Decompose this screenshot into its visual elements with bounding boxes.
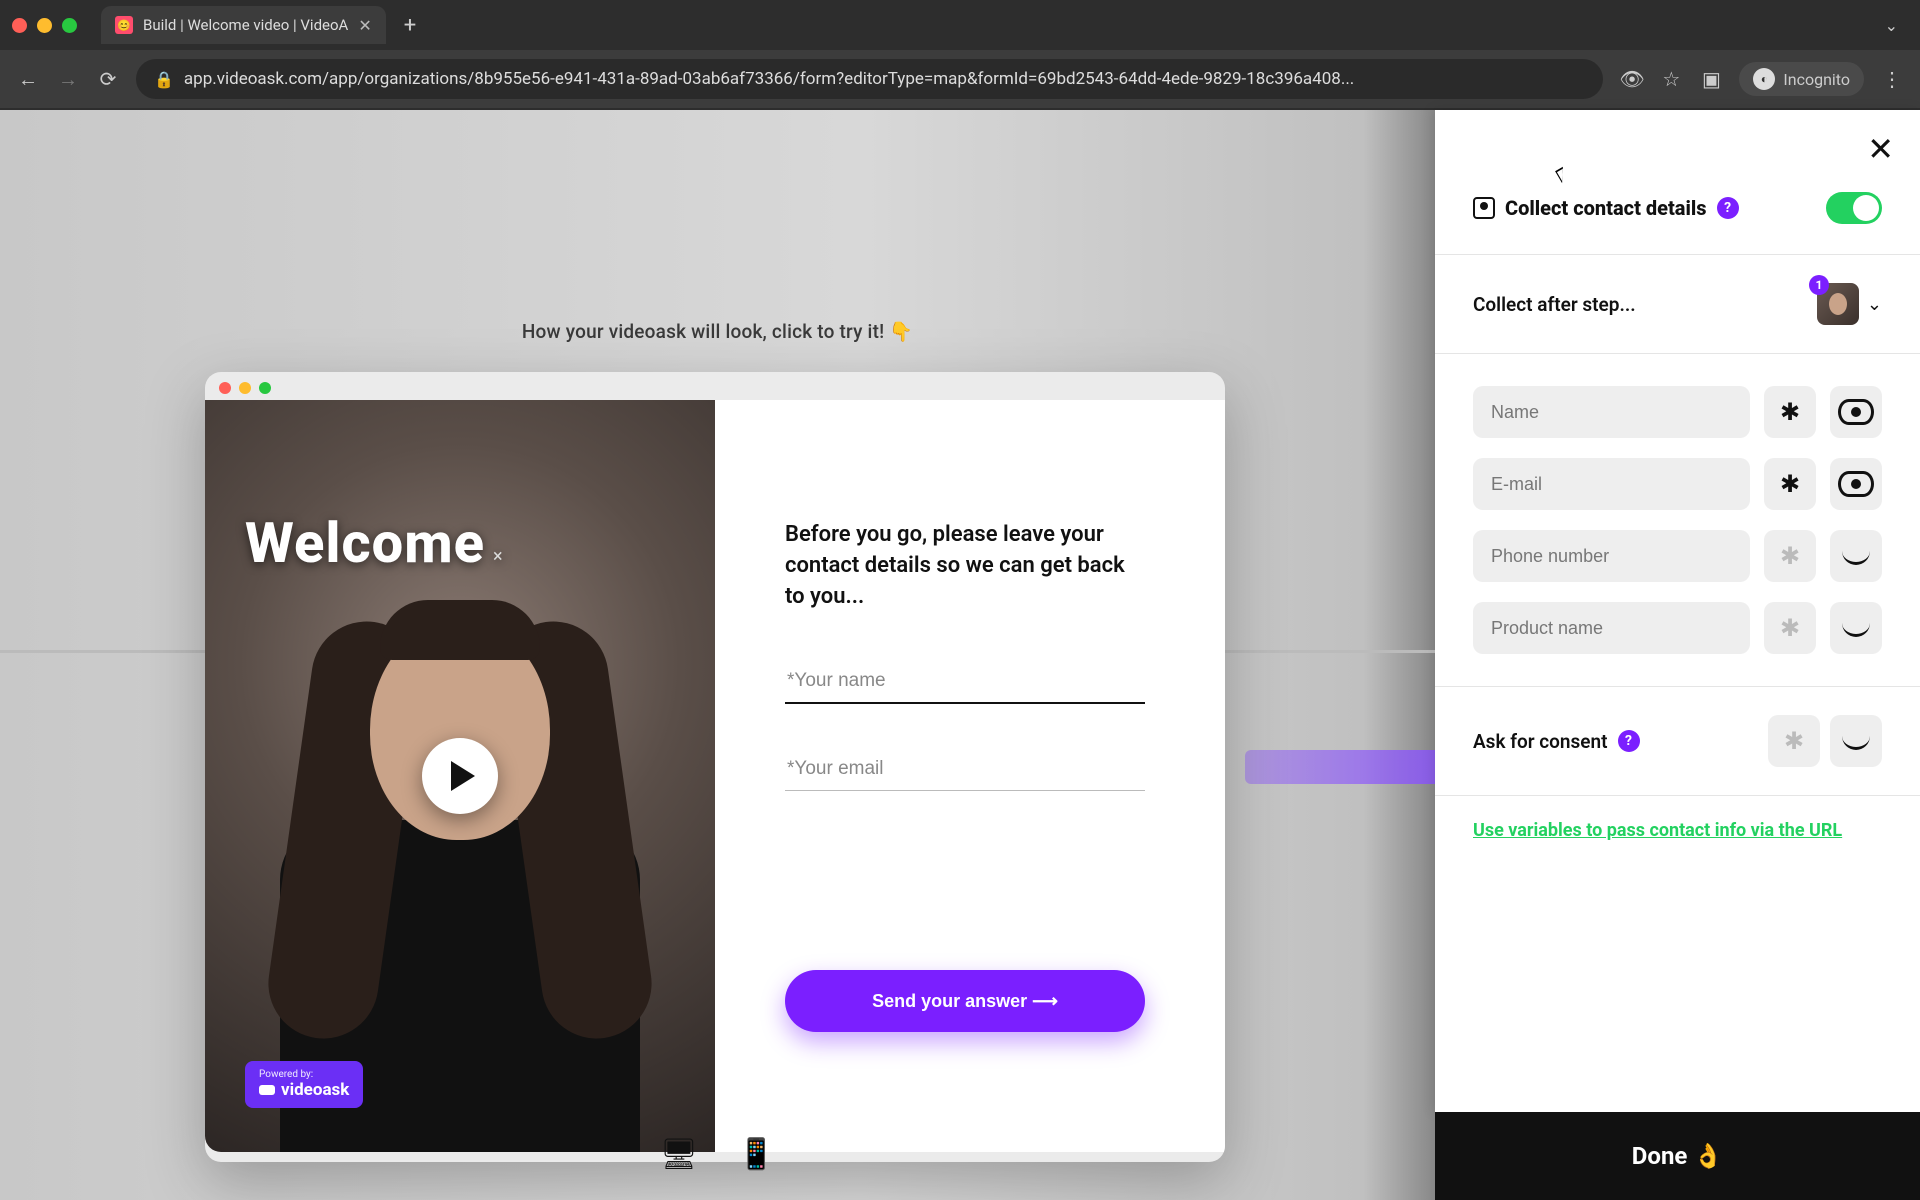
powered-by-badge[interactable]: Powered by: videoask (245, 1061, 363, 1108)
window-traffic-lights[interactable] (12, 18, 77, 33)
toolbar-right: 👁 ☆ ▣ ◐ Incognito ⋮ (1619, 62, 1904, 96)
sidebar-title-row: Collect contact details ? (1473, 110, 1882, 254)
field-row-phone: ✱ (1473, 520, 1882, 592)
mobile-preview-icon[interactable]: 📱 (738, 1137, 775, 1172)
nav-bar: ← → ⟳ 🔒 app.videoask.com/app/organizatio… (0, 50, 1920, 108)
preview-dot-red-icon (219, 382, 231, 394)
visibility-toggle-email[interactable] (1830, 458, 1882, 510)
window-zoom-icon[interactable] (62, 18, 77, 33)
videoask-logo-icon (259, 1085, 275, 1095)
field-product-input[interactable] (1473, 602, 1750, 654)
panel-icon[interactable]: ▣ (1699, 67, 1723, 91)
lock-icon: 🔒 (154, 70, 174, 89)
profile-label: Incognito (1783, 70, 1850, 89)
bookmark-icon[interactable]: ☆ (1659, 67, 1683, 91)
consent-row: Ask for consent ? ✱ (1473, 687, 1882, 795)
preview-dot-green-icon (259, 382, 271, 394)
step-chevron-down-icon[interactable]: ⌄ (1867, 294, 1882, 315)
close-sidebar-button[interactable]: ✕ (1867, 130, 1894, 168)
preview-body: Welcome × Powered by: videoask Before yo… (205, 400, 1225, 1152)
favicon-icon: 😊 (115, 16, 133, 34)
consent-help-icon[interactable]: ? (1618, 730, 1640, 752)
required-toggle-name[interactable]: ✱ (1764, 386, 1816, 438)
video-pane[interactable]: Welcome × Powered by: videoask (205, 400, 715, 1152)
powered-by-label: Powered by: (259, 1069, 349, 1080)
visibility-toggle-product[interactable] (1830, 602, 1882, 654)
new-tab-button[interactable]: + (396, 13, 424, 38)
incognito-icon: ◐ (1753, 68, 1775, 90)
forward-button[interactable]: → (56, 67, 80, 92)
help-icon[interactable]: ? (1717, 197, 1739, 219)
preview-dot-yellow-icon (239, 382, 251, 394)
tab-bar: 😊 Build | Welcome video | VideoA ✕ + ⌄ (0, 0, 1920, 50)
contact-card-icon (1473, 197, 1495, 219)
required-toggle-product[interactable]: ✱ (1764, 602, 1816, 654)
visibility-toggle-phone[interactable] (1830, 530, 1882, 582)
eye-off-icon[interactable]: 👁 (1619, 67, 1643, 91)
settings-sidebar: ✕ Collect contact details ? Collect afte… (1435, 110, 1920, 1112)
profile-chip[interactable]: ◐ Incognito (1739, 62, 1864, 96)
send-answer-button[interactable]: Send your answer ⟶ (785, 970, 1145, 1032)
kebab-menu-icon[interactable]: ⋮ (1880, 67, 1904, 91)
desktop-preview-icon[interactable]: 🖥 (660, 1137, 698, 1172)
field-row-product: ✱ (1473, 592, 1882, 664)
done-button[interactable]: Done 👌 (1435, 1112, 1920, 1200)
required-toggle-phone[interactable]: ✱ (1764, 530, 1816, 582)
required-toggle-email[interactable]: ✱ (1764, 458, 1816, 510)
done-label: Done 👌 (1632, 1142, 1723, 1170)
form-prompt: Before you go, please leave your contact… (785, 520, 1145, 612)
consent-visibility-toggle[interactable] (1830, 715, 1882, 767)
collect-after-row: Collect after step... 1 ⌄ (1473, 255, 1882, 353)
preview-hint: How your videoask will look, click to tr… (0, 320, 1435, 343)
node-connector-strip (1245, 750, 1435, 784)
window-close-icon[interactable] (12, 18, 27, 33)
visibility-toggle-name[interactable] (1830, 386, 1882, 438)
field-name-input[interactable] (1473, 386, 1750, 438)
editor-canvas: How your videoask will look, click to tr… (0, 110, 1435, 1200)
consent-required-toggle[interactable]: ✱ (1768, 715, 1820, 767)
url-text: app.videoask.com/app/organizations/8b955… (184, 69, 1354, 89)
device-switcher: 🖥 📱 (0, 1137, 1435, 1172)
videoask-preview-window: Welcome × Powered by: videoask Before yo… (205, 372, 1225, 1162)
your-name-input[interactable] (785, 660, 1145, 704)
powered-by-brand: videoask (259, 1080, 349, 1100)
contact-form-pane: Before you go, please leave your contact… (715, 400, 1225, 1152)
field-email-input[interactable] (1473, 458, 1750, 510)
tabs-overflow-icon[interactable]: ⌄ (1885, 16, 1908, 35)
sidebar-title: Collect contact details (1505, 196, 1707, 220)
collect-details-toggle[interactable] (1826, 192, 1882, 224)
overlay-title: Welcome × (245, 510, 504, 576)
step-thumbnail[interactable]: 1 (1817, 283, 1859, 325)
your-email-input[interactable] (785, 748, 1145, 791)
preview-titlebar (205, 372, 1225, 394)
overlay-title-text: Welcome (245, 510, 485, 576)
overlay-title-x-icon: × (493, 546, 504, 567)
reload-button[interactable]: ⟳ (96, 67, 120, 91)
variables-link[interactable]: Use variables to pass contact info via t… (1473, 796, 1882, 865)
url-bar[interactable]: 🔒 app.videoask.com/app/organizations/8b9… (136, 59, 1603, 99)
play-button[interactable] (422, 738, 498, 814)
step-number-badge: 1 (1809, 275, 1829, 295)
field-row-email: ✱ (1473, 448, 1882, 520)
step-thumb-face-icon (1829, 293, 1847, 315)
browser-tab-active[interactable]: 😊 Build | Welcome video | VideoA ✕ (101, 6, 386, 44)
window-minimize-icon[interactable] (37, 18, 52, 33)
consent-label: Ask for consent (1473, 730, 1608, 753)
collect-after-label: Collect after step... (1473, 293, 1636, 316)
tab-title: Build | Welcome video | VideoA (143, 16, 348, 34)
fields-group: ✱ ✱ ✱ ✱ (1473, 354, 1882, 686)
tab-close-icon[interactable]: ✕ (358, 16, 371, 35)
field-phone-input[interactable] (1473, 530, 1750, 582)
browser-chrome: 😊 Build | Welcome video | VideoA ✕ + ⌄ ←… (0, 0, 1920, 110)
field-row-name: ✱ (1473, 376, 1882, 448)
back-button[interactable]: ← (16, 67, 40, 92)
